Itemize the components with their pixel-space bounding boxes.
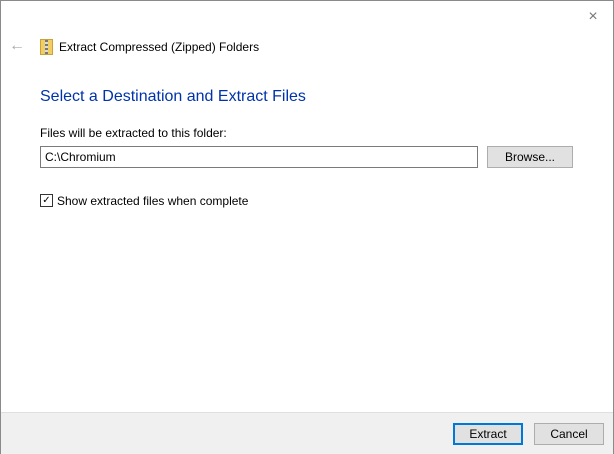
zip-folder-icon <box>40 39 53 55</box>
dialog-title: Extract Compressed (Zipped) Folders <box>59 40 260 54</box>
page-heading: Select a Destination and Extract Files <box>40 88 306 105</box>
show-files-checkbox[interactable]: ✓ <box>40 194 53 207</box>
dialog-window: × ← Extract Compressed (Zipped) Folders … <box>0 0 614 454</box>
show-files-label[interactable]: Show extracted files when complete <box>57 194 248 208</box>
close-icon[interactable]: × <box>583 7 603 27</box>
back-arrow-icon[interactable]: ← <box>9 37 25 55</box>
cancel-button[interactable]: Cancel <box>534 423 604 445</box>
browse-button[interactable]: Browse... <box>487 146 573 168</box>
destination-input[interactable]: C:\Chromium <box>40 146 478 168</box>
folder-label: Files will be extracted to this folder: <box>40 126 227 140</box>
extract-button[interactable]: Extract <box>453 423 523 445</box>
footer: Extract Cancel <box>1 412 613 454</box>
